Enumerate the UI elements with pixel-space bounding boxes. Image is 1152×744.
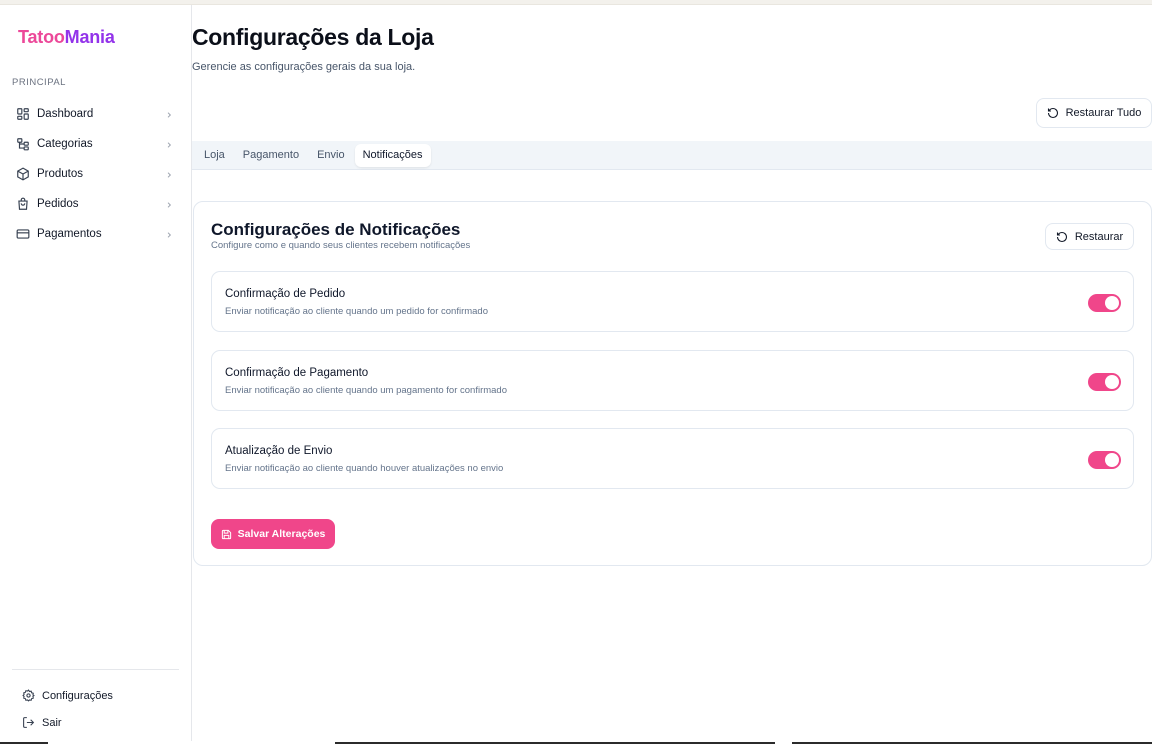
setting-row-payment-confirmation: Confirmação de Pagamento Enviar notifica…	[211, 350, 1134, 411]
chevron-right-icon	[165, 170, 173, 178]
setting-description: Enviar notificação ao cliente quando um …	[225, 385, 508, 396]
brand-name-part1: Tatoo	[18, 27, 65, 47]
page-title: Configurações da Loja	[192, 24, 434, 50]
toggle-knob	[1105, 296, 1119, 310]
page-subtitle: Gerencie as configurações gerais da sua …	[192, 61, 416, 73]
restore-all-label: Restaurar Tudo	[1065, 107, 1142, 119]
brand-logo[interactable]: TatooMania	[18, 27, 115, 48]
setting-row-order-confirmation: Confirmação de Pedido Enviar notificação…	[211, 271, 1134, 332]
sidebar-section-label: PRINCIPAL	[12, 77, 66, 88]
sidebar-item-dashboard[interactable]: Dashboard	[0, 99, 191, 129]
categories-icon	[16, 137, 30, 151]
chevron-right-icon	[165, 200, 173, 208]
restore-label: Restaurar	[1074, 230, 1124, 243]
chevron-right-icon	[165, 140, 173, 148]
tab-loja[interactable]: Loja	[196, 144, 233, 167]
toggle-knob	[1105, 453, 1119, 467]
save-changes-button[interactable]: Salvar Alterações	[211, 519, 335, 549]
toggle-knob	[1105, 375, 1119, 389]
card-title: Configurações de Notificações	[211, 220, 461, 239]
rotate-ccw-icon	[1047, 107, 1059, 119]
restore-all-button[interactable]: Restaurar Tudo	[1036, 98, 1152, 128]
sidebar-item-label: Dashboard	[37, 108, 94, 120]
sidebar-item-configuracoes[interactable]: Configurações	[0, 682, 191, 709]
save-icon	[221, 529, 232, 540]
setting-title: Confirmação de Pagamento	[225, 367, 369, 379]
notifications-settings-card: Configurações de Notificações Configure …	[193, 201, 1152, 566]
shopping-bag-icon	[16, 197, 30, 211]
credit-card-icon	[16, 227, 30, 241]
chevron-right-icon	[165, 230, 173, 238]
shipping-update-toggle[interactable]	[1088, 451, 1121, 469]
sidebar-item-label: Categorias	[37, 138, 93, 150]
sidebar-item-sair[interactable]: Sair	[0, 709, 191, 736]
restore-button[interactable]: Restaurar	[1045, 223, 1134, 250]
sidebar-item-label: Produtos	[37, 168, 84, 180]
sidebar-item-pedidos[interactable]: Pedidos	[0, 189, 191, 219]
settings-tabs: Loja Pagamento Envio Notificações	[192, 141, 1152, 170]
order-confirmation-toggle[interactable]	[1088, 294, 1121, 312]
dashboard-icon	[16, 107, 30, 121]
payment-confirmation-toggle[interactable]	[1088, 373, 1121, 391]
save-label: Salvar Alterações	[237, 528, 326, 540]
sidebar-item-pagamentos[interactable]: Pagamentos	[0, 219, 191, 249]
logout-icon	[22, 716, 35, 729]
card-description: Configure como e quando seus clientes re…	[211, 240, 471, 251]
setting-description: Enviar notificação ao cliente quando um …	[225, 306, 488, 317]
setting-row-shipping-update: Atualização de Envio Enviar notificação …	[211, 428, 1134, 489]
tab-envio[interactable]: Envio	[309, 144, 353, 167]
tab-pagamento[interactable]: Pagamento	[235, 144, 307, 167]
brand-name-part2: Mania	[64, 27, 115, 47]
box-icon	[16, 167, 30, 181]
rotate-ccw-icon	[1056, 231, 1068, 243]
gear-icon	[22, 689, 35, 702]
sidebar-item-label: Pagamentos	[37, 228, 102, 240]
sidebar: TatooMania PRINCIPAL Dashboard Categoria…	[0, 5, 192, 744]
tab-notificacoes[interactable]: Notificações	[354, 143, 431, 167]
sidebar-item-label: Configurações	[42, 689, 113, 702]
sidebar-item-label: Pedidos	[37, 198, 79, 210]
sidebar-divider	[12, 669, 179, 670]
sidebar-nav: Dashboard Categorias Produtos Pedidos Pa…	[0, 99, 191, 249]
sidebar-bottom-nav: Configurações Sair	[0, 682, 191, 736]
sidebar-item-produtos[interactable]: Produtos	[0, 159, 191, 189]
setting-title: Confirmação de Pedido	[225, 288, 346, 300]
setting-title: Atualização de Envio	[225, 445, 333, 457]
sidebar-item-label: Sair	[42, 716, 62, 729]
chevron-right-icon	[165, 110, 173, 118]
sidebar-item-categorias[interactable]: Categorias	[0, 129, 191, 159]
setting-description: Enviar notificação ao cliente quando hou…	[225, 463, 504, 474]
